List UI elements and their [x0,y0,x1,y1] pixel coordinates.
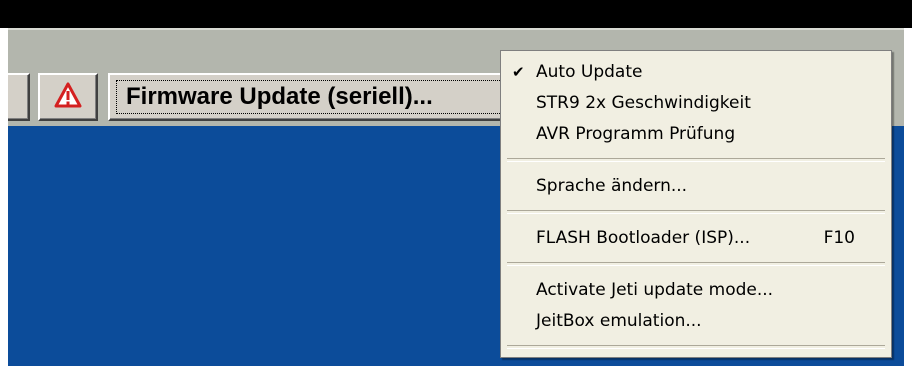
menu-item-change-language[interactable]: Sprache ändern... [501,171,891,202]
menu-separator [507,210,885,214]
context-menu: ✔ Auto Update STR9 2x Geschwindigkeit AV… [500,50,892,358]
menu-item-label: STR9 2x Geschwindigkeit [536,93,751,113]
menu-item-auto-update[interactable]: ✔ Auto Update [501,57,891,88]
menu-item-label: Activate Jeti update mode... [536,280,774,300]
firmware-update-button-label: Firmware Update (seriell)... [126,83,433,110]
menu-item-flash-bootloader[interactable]: FLASH Bootloader (ISP)... F10 [501,223,891,254]
window-title-bar [0,0,912,28]
menu-item-label: FLASH Bootloader (ISP)... [536,228,751,248]
menu-separator [507,262,885,266]
menu-item-str9-speed[interactable]: STR9 2x Geschwindigkeit [501,88,891,119]
menu-item-label: AVR Programm Prüfung [536,124,736,144]
menu-item-avr-check[interactable]: AVR Programm Prüfung [501,119,891,150]
menu-separator [507,158,885,162]
menu-separator [507,345,885,349]
menu-item-label: JeitBox emulation... [536,311,702,331]
menu-item-label: Auto Update [536,62,643,82]
checkmark-icon: ✔ [512,63,525,81]
menu-item-shortcut: F10 [823,228,855,248]
warning-button[interactable] [38,73,98,121]
menu-item-jeitbox-emulation[interactable]: JeitBox emulation... [501,306,891,337]
partial-toolbar-button[interactable] [8,73,30,121]
menu-item-jeti-update[interactable]: Activate Jeti update mode... [501,275,891,306]
menu-item-label: Sprache ändern... [536,176,688,196]
warning-triangle-icon [54,82,82,112]
firmware-update-button[interactable]: Firmware Update (seriell)... [108,73,512,121]
